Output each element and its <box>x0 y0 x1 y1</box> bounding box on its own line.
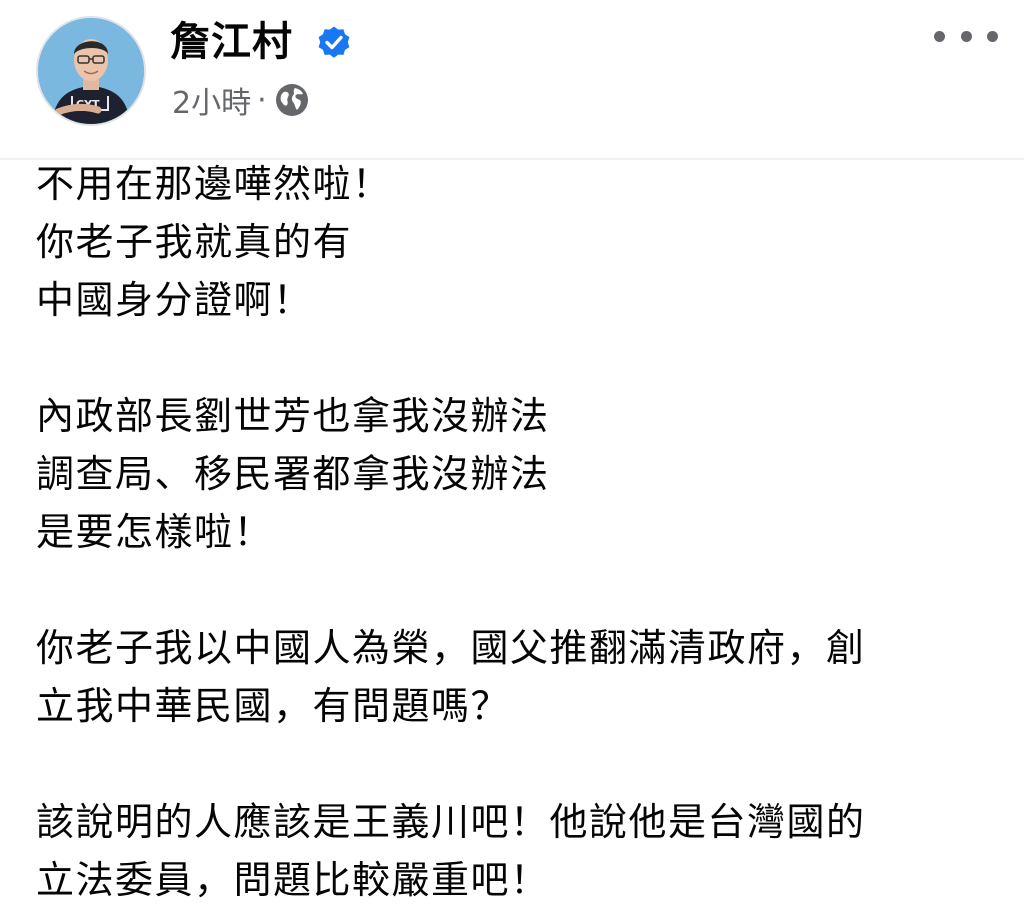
author-name[interactable]: 詹江村 <box>170 14 293 70</box>
post-paragraph: 你老子我以中國人為榮，國父推翻滿清政府，創 立我中華民國，有問題嗎？ <box>36 619 1006 735</box>
more-dot <box>987 30 998 42</box>
more-options-icon[interactable] <box>934 20 998 52</box>
verified-badge-icon <box>318 26 350 58</box>
post-timestamp[interactable]: 2小時 <box>172 78 251 122</box>
post-line: 調查局、移民署都拿我沒辦法 <box>36 452 550 496</box>
post-header: CYT 詹江村 2小時 · <box>0 0 1024 160</box>
post-line: 不用在那邊嘩然啦！ <box>36 162 392 206</box>
more-dot <box>934 30 945 42</box>
post-line: 內政部長劉世芳也拿我沒辦法 <box>36 394 550 438</box>
post-paragraph: 內政部長劉世芳也拿我沒辦法 調查局、移民署都拿我沒辦法 是要怎樣啦！ <box>36 387 1006 561</box>
post-line: 中國身分證啊！ <box>36 278 313 322</box>
post-line: 立我中華民國，有問題嗎？ <box>36 684 511 728</box>
post-paragraph: 該說明的人應該是王義川吧！他說他是台灣國的 立法委員，問題比較嚴重吧！ <box>36 793 1006 909</box>
post-line: 立法委員，問題比較嚴重吧！ <box>36 858 550 902</box>
post-line: 你老子我以中國人為榮，國父推翻滿清政府，創 <box>36 626 866 670</box>
author-avatar[interactable]: CYT <box>36 16 146 126</box>
more-dot <box>960 30 972 42</box>
meta-separator: · <box>257 82 267 118</box>
post-line: 你老子我就真的有 <box>36 220 353 264</box>
post-line: 是要怎樣啦！ <box>36 510 274 554</box>
globe-icon[interactable] <box>275 83 309 117</box>
post-line: 該說明的人應該是王義川吧！他說他是台灣國的 <box>36 800 866 844</box>
post-meta: 2小時 · <box>172 78 309 122</box>
post-body: 不用在那邊嘩然啦！ 你老子我就真的有 中國身分證啊！ 內政部長劉世芳也拿我沒辦法… <box>36 155 1006 909</box>
post-paragraph: 不用在那邊嘩然啦！ 你老子我就真的有 中國身分證啊！ <box>36 155 1006 329</box>
